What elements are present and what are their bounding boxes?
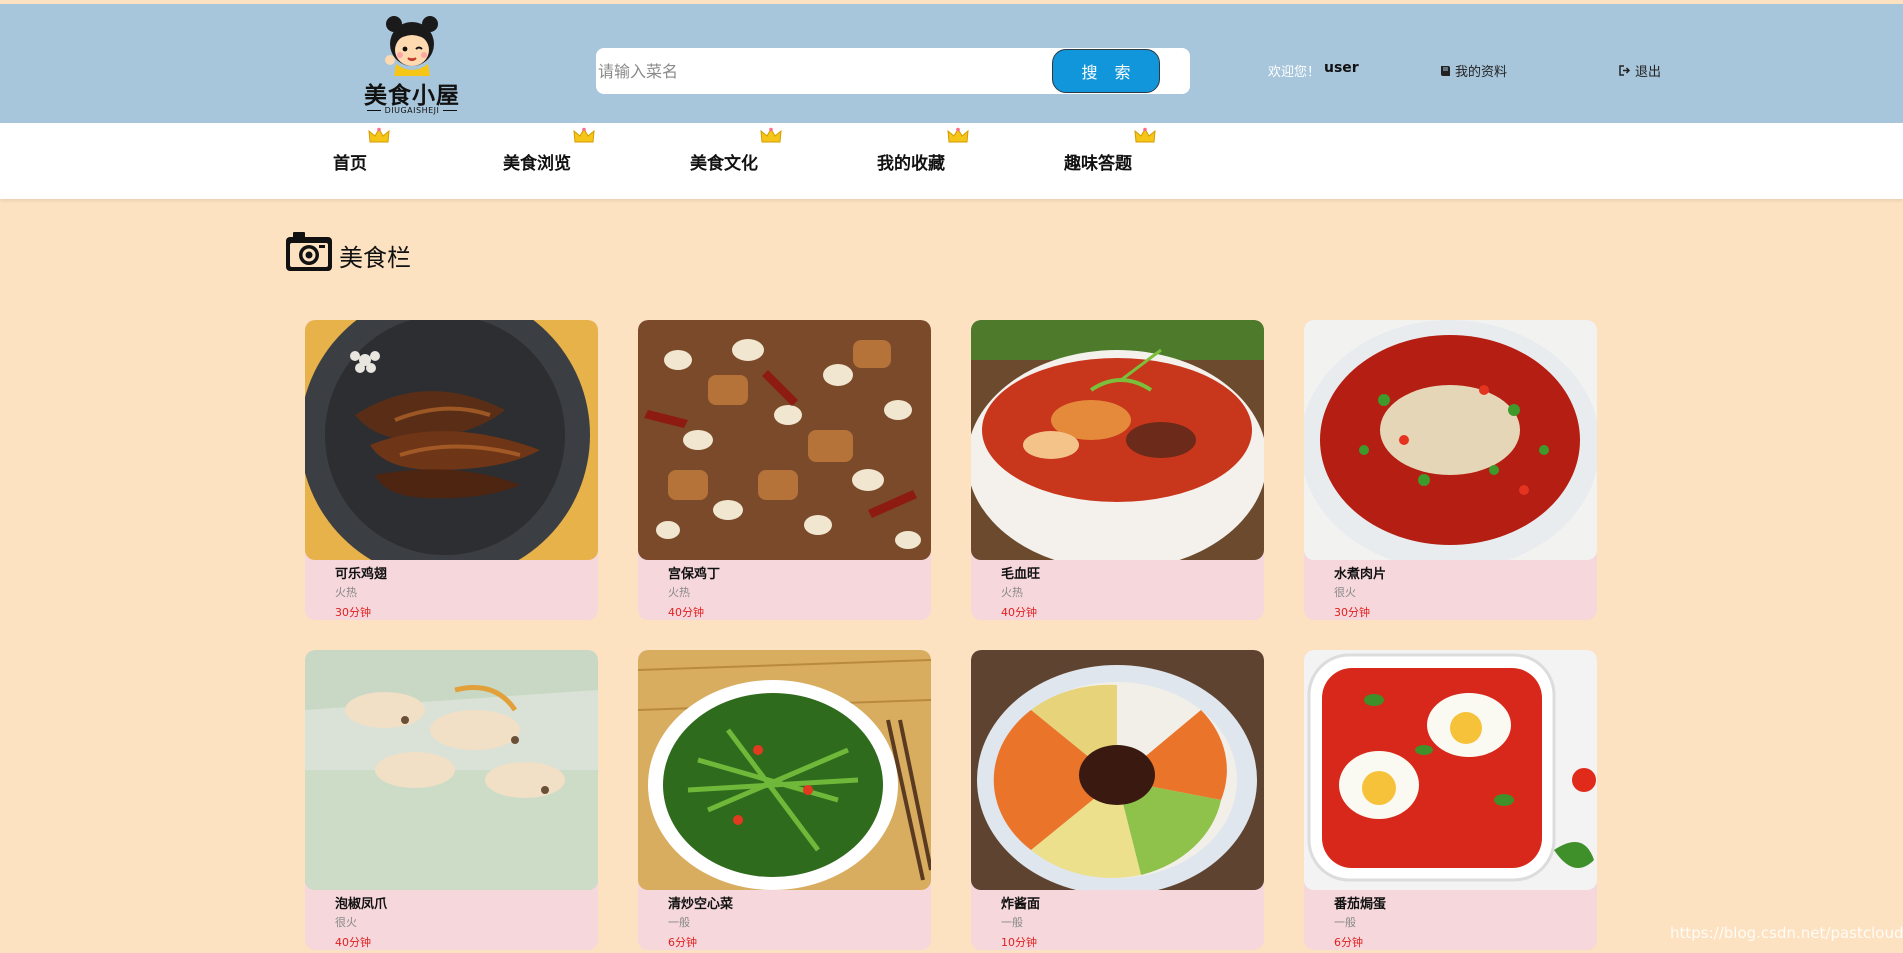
crown-icon <box>573 127 595 143</box>
dish-name: 水煮肉片 <box>1334 567 1387 582</box>
sign-out-icon <box>1619 65 1631 76</box>
nav-label: 我的收藏 <box>877 153 945 174</box>
dish-name: 泡椒凤爪 <box>335 897 388 912</box>
site-logo[interactable]: 美食小屋 DIUGAISHEJI <box>360 14 464 120</box>
dish-time: 6分钟 <box>668 936 697 949</box>
search-button[interactable]: 搜 索 <box>1052 49 1160 93</box>
dish-card[interactable]: 可乐鸡翅 火热 30分钟 <box>305 320 598 620</box>
dish-card[interactable]: 水煮肉片 很火 30分钟 <box>1304 320 1597 620</box>
dish-name: 可乐鸡翅 <box>335 567 388 582</box>
username: user <box>1324 60 1359 76</box>
dish-image <box>638 650 931 890</box>
nav-label: 趣味答题 <box>1064 153 1132 174</box>
dish-name: 炸酱面 <box>1001 897 1041 912</box>
crown-icon <box>1134 127 1156 143</box>
section-heading: 美食栏 <box>285 230 411 273</box>
dish-card[interactable]: 泡椒凤爪 很火 40分钟 <box>305 650 598 950</box>
dish-popularity: 很火 <box>1334 586 1356 599</box>
nav-item-food-culture[interactable]: 美食文化 <box>664 123 784 199</box>
dish-time: 40分钟 <box>1001 606 1037 619</box>
crown-icon <box>760 127 782 143</box>
dish-name: 番茄焗蛋 <box>1334 897 1387 912</box>
dish-name: 宫保鸡丁 <box>668 567 721 582</box>
dish-card[interactable]: 宫保鸡丁 火热 40分钟 <box>638 320 931 620</box>
logo-subtitle: DIUGAISHEJI <box>360 106 464 115</box>
dish-card[interactable]: 毛血旺 火热 40分钟 <box>971 320 1264 620</box>
dish-popularity: 火热 <box>1001 586 1023 599</box>
dish-time: 40分钟 <box>668 606 704 619</box>
dish-image <box>971 650 1264 890</box>
logo-title: 美食小屋 <box>364 82 460 109</box>
nav-item-quiz[interactable]: 趣味答题 <box>1038 123 1158 199</box>
dish-card[interactable]: 炸酱面 一般 10分钟 <box>971 650 1264 950</box>
dish-popularity: 一般 <box>668 916 690 929</box>
dish-time: 30分钟 <box>335 606 371 619</box>
nav-label: 首页 <box>333 153 367 174</box>
dish-popularity: 火热 <box>668 586 690 599</box>
top-header: 美食小屋 DIUGAISHEJI 搜 索 欢迎您！ user 我的资料 退出 <box>0 4 1903 123</box>
dish-name: 毛血旺 <box>1001 567 1041 582</box>
dish-image <box>1304 650 1597 890</box>
dish-image <box>305 650 598 890</box>
dish-popularity: 一般 <box>1001 916 1023 929</box>
welcome-text: 欢迎您！ <box>1268 65 1321 80</box>
logout-link[interactable]: 退出 <box>1619 61 1661 80</box>
dish-image <box>638 320 931 560</box>
dish-card[interactable]: 番茄焗蛋 一般 6分钟 <box>1304 650 1597 950</box>
nav-item-home[interactable]: 首页 <box>290 123 410 199</box>
search-input[interactable] <box>596 48 1046 94</box>
dish-card[interactable]: 清炒空心菜 一般 6分钟 <box>638 650 931 950</box>
dish-time: 10分钟 <box>1001 936 1037 949</box>
watermark: https://blog.csdn.net/pastclouds <box>1670 924 1903 942</box>
dish-time: 6分钟 <box>1334 936 1363 949</box>
dish-image <box>971 320 1264 560</box>
logo-girl-icon <box>385 16 438 76</box>
dish-image <box>1304 320 1597 560</box>
dish-image <box>305 320 598 560</box>
profile-link[interactable]: 我的资料 <box>1440 61 1507 80</box>
profile-label: 我的资料 <box>1455 65 1508 80</box>
section-title: 美食栏 <box>339 244 411 272</box>
search-bar: 搜 索 <box>596 48 1190 94</box>
nav-item-favorites[interactable]: 我的收藏 <box>851 123 971 199</box>
dish-name: 清炒空心菜 <box>668 897 734 912</box>
dish-popularity: 火热 <box>335 586 357 599</box>
crown-icon <box>368 127 390 143</box>
camera-icon <box>286 231 332 271</box>
book-icon <box>1441 65 1450 76</box>
dish-time: 30分钟 <box>1334 606 1370 619</box>
nav-label: 美食文化 <box>690 153 758 174</box>
dish-popularity: 一般 <box>1334 916 1356 929</box>
dish-popularity: 很火 <box>335 916 357 929</box>
nav-label: 美食浏览 <box>503 153 571 174</box>
nav-item-food-browse[interactable]: 美食浏览 <box>477 123 597 199</box>
logout-label: 退出 <box>1635 65 1662 80</box>
dish-time: 40分钟 <box>335 936 371 949</box>
crown-icon <box>947 127 969 143</box>
main-nav: 首页 美食浏览 美食文化 我的收藏 趣味答题 <box>0 123 1903 199</box>
